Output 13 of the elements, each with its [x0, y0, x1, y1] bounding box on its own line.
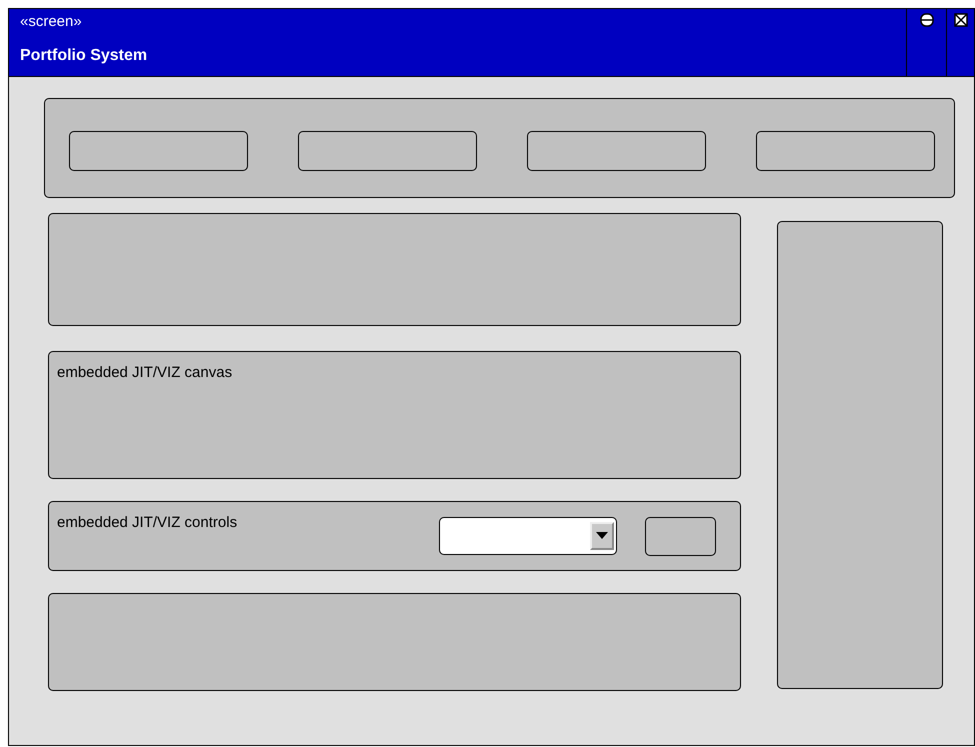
toolbar-button[interactable]: [69, 131, 248, 171]
window-stereotype: «screen»: [20, 14, 83, 30]
panel-button[interactable]: [645, 517, 716, 556]
minimize-icon: [920, 13, 934, 27]
panel-label: embedded JIT/VIZ canvas: [57, 363, 234, 381]
toolbar-button[interactable]: [756, 131, 935, 171]
close-icon: [954, 13, 968, 27]
window-title: Portfolio System: [20, 47, 148, 65]
toolbar-button[interactable]: [298, 131, 477, 171]
dropdown-field[interactable]: [439, 517, 617, 555]
panel-label: embedded JIT/VIZ controls: [57, 513, 238, 531]
toolbar-button[interactable]: [527, 131, 706, 171]
caret-icon: [590, 522, 614, 550]
